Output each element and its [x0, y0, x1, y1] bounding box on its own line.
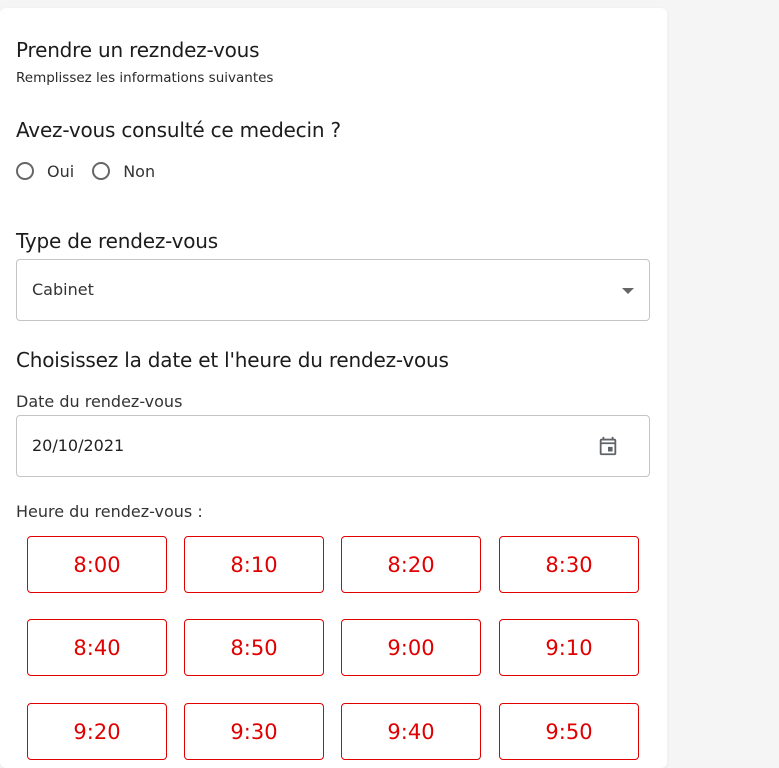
- radio-non-circle[interactable]: [92, 162, 111, 180]
- radio-non-label: Non: [123, 161, 156, 181]
- radio-oui[interactable]: Oui: [16, 162, 74, 181]
- time-slot-button[interactable]: 9:20: [27, 703, 167, 760]
- time-slot-button[interactable]: 8:40: [27, 619, 167, 676]
- time-slot-button[interactable]: 9:10: [499, 619, 639, 676]
- datetime-section-title: Choisissez la date et l'heure du rendez-…: [16, 348, 449, 372]
- time-slot-button[interactable]: 9:00: [341, 619, 481, 676]
- appointment-card: Prendre un rezndez-vous Remplissez les i…: [0, 8, 667, 768]
- date-value[interactable]: 20/10/2021: [32, 436, 124, 455]
- time-slot-button[interactable]: 8:50: [184, 619, 324, 676]
- appointment-type-label: Type de rendez-vous: [16, 229, 218, 253]
- time-slot-button[interactable]: 8:00: [27, 536, 167, 593]
- date-label: Date du rendez-vous: [16, 392, 183, 411]
- date-field[interactable]: 20/10/2021: [16, 415, 650, 477]
- radio-oui-label: Oui: [47, 161, 75, 181]
- radio-non[interactable]: Non: [92, 162, 155, 181]
- time-slot-button[interactable]: 8:30: [499, 536, 639, 593]
- time-slot-button[interactable]: 8:20: [341, 536, 481, 593]
- page-title: Prendre un rezndez-vous: [16, 38, 260, 62]
- consultation-question: Avez-vous consulté ce medecin ?: [16, 118, 341, 142]
- page-subtitle: Remplissez les informations suivantes: [16, 70, 274, 86]
- time-slot-button[interactable]: 9:40: [341, 703, 481, 760]
- calendar-icon[interactable]: [597, 435, 619, 457]
- time-label: Heure du rendez-vous :: [16, 502, 203, 521]
- appointment-type-value: Cabinet: [32, 280, 94, 299]
- consultation-radio-group: Oui Non: [16, 159, 165, 183]
- radio-oui-circle[interactable]: [16, 162, 34, 180]
- appointment-type-select[interactable]: Cabinet: [16, 259, 650, 321]
- time-slot-button[interactable]: 9:50: [499, 703, 639, 760]
- dropdown-arrow-icon[interactable]: [622, 288, 634, 294]
- time-slot-button[interactable]: 9:30: [184, 703, 324, 760]
- time-slot-button[interactable]: 8:10: [184, 536, 324, 593]
